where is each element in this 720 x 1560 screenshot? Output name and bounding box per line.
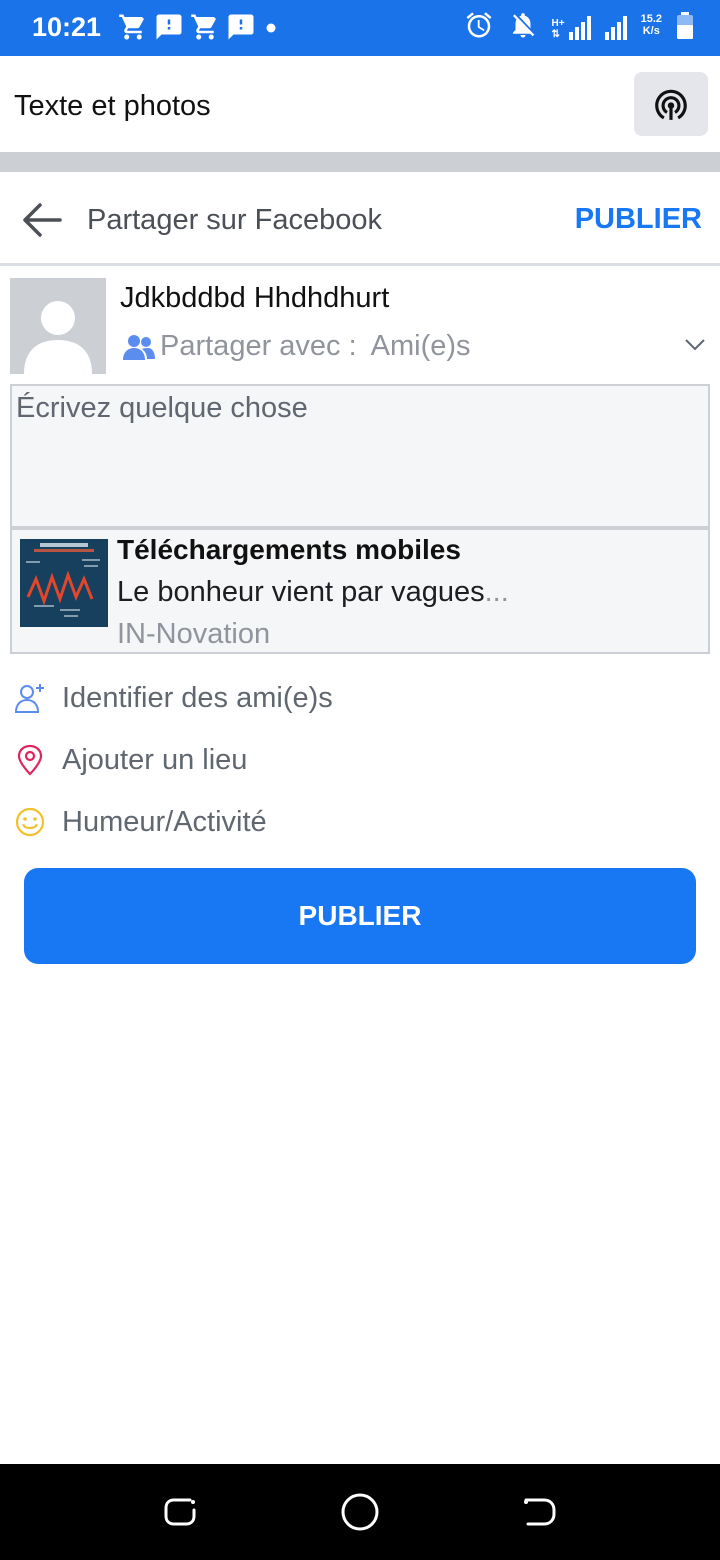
option-tag-friends[interactable]: Identifier des ami(e)s <box>0 670 720 726</box>
back-nav-icon[interactable] <box>520 1492 560 1532</box>
link-title: Téléchargements mobiles <box>117 534 461 565</box>
system-icons: H+ ⇅ 15.2 K/s <box>464 10 694 40</box>
share-with-label: Partager avec : <box>160 330 357 362</box>
alarm-icon <box>466 12 492 38</box>
back-arrow-icon[interactable] <box>20 200 64 240</box>
notifications-off-icon <box>512 13 534 38</box>
navigation-bar <box>0 1464 720 1560</box>
link-description: Le bonheur vient par vagues... <box>117 576 509 609</box>
cart-icon <box>119 14 144 40</box>
broadcast-icon <box>655 89 687 120</box>
share-title: Partager sur Facebook <box>87 204 382 236</box>
user-name: Jdkbddbd Hhdhdhurt <box>120 282 390 314</box>
dot-icon <box>266 23 276 33</box>
avatar <box>10 278 106 374</box>
broadcast-button[interactable] <box>634 72 708 136</box>
signal-icon <box>604 10 627 40</box>
link-thumbnail <box>20 539 108 627</box>
home-icon[interactable] <box>340 1492 380 1532</box>
post-placeholder: Écrivez quelque chose <box>16 392 308 424</box>
post-text-input[interactable]: Écrivez quelque chose <box>10 384 710 528</box>
cart-icon <box>191 14 216 40</box>
signal-hplus-icon: H+ ⇅ <box>552 10 591 40</box>
status-bar: 10:21 H+ ⇅ 15.2 K/s <box>0 0 720 56</box>
net-speed-unit: K/s <box>642 25 660 37</box>
status-time: 10:21 <box>32 12 102 42</box>
net-speed: 15.2 K/s <box>641 13 662 37</box>
notification-icons <box>118 12 280 42</box>
message-alert-icon <box>156 14 182 40</box>
audience-selector[interactable]: Partager avec : Ami(e)s <box>122 330 471 363</box>
divider-strip <box>0 152 720 172</box>
location-pin-icon <box>17 744 43 776</box>
option-label: Identifier des ami(e)s <box>62 682 333 714</box>
share-header: Partager sur Facebook PUBLIER <box>0 172 720 266</box>
chevron-down-icon[interactable] <box>684 338 706 352</box>
friends-icon <box>123 334 155 360</box>
link-description-ellipsis: ... <box>484 576 509 608</box>
network-type: H+ <box>551 18 565 29</box>
option-mood-activity[interactable]: Humeur/Activité <box>0 794 720 850</box>
user-row: Jdkbddbd Hhdhdhurt Partager avec : Ami(e… <box>0 270 720 380</box>
publish-header-button[interactable]: PUBLIER <box>575 203 702 236</box>
option-label: Ajouter un lieu <box>62 744 248 776</box>
link-source: IN-Novation <box>117 618 271 650</box>
data-arrows: ⇅ <box>551 29 560 40</box>
option-add-location[interactable]: Ajouter un lieu <box>0 732 720 788</box>
battery-icon <box>677 12 693 39</box>
option-label: Humeur/Activité <box>62 806 267 838</box>
link-preview-card[interactable]: Téléchargements mobiles Le bonheur vient… <box>10 528 710 654</box>
recents-icon[interactable] <box>160 1492 200 1532</box>
app-title: Texte et photos <box>14 90 211 122</box>
tag-friends-icon <box>14 684 44 713</box>
smiley-icon <box>15 807 45 837</box>
audience-value: Ami(e)s <box>370 330 471 362</box>
link-description-text: Le bonheur vient par vagues <box>117 576 485 608</box>
default-avatar-icon <box>24 301 92 374</box>
publish-button[interactable]: PUBLIER <box>24 868 696 964</box>
message-alert-icon <box>228 14 254 40</box>
app-bar: Texte et photos <box>0 56 720 152</box>
net-speed-value: 15.2 <box>640 13 662 25</box>
